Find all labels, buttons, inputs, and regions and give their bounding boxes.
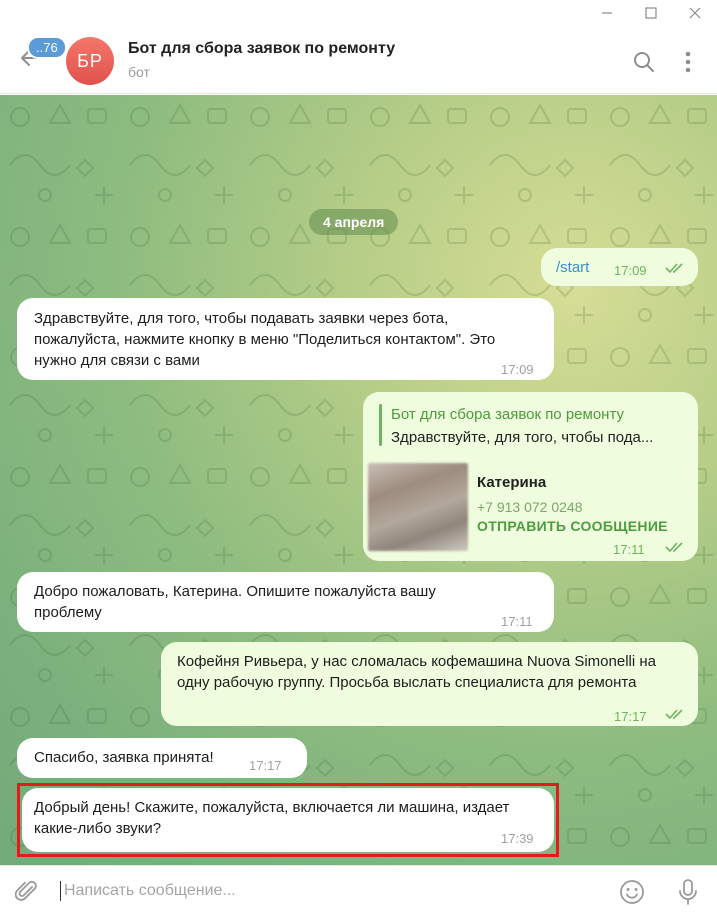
date-separator: 4 апреля xyxy=(309,209,399,235)
contact-name[interactable]: Катерина xyxy=(477,472,546,493)
highlight-box xyxy=(17,783,559,857)
message-input[interactable] xyxy=(64,878,604,904)
message-outgoing[interactable]: /start 17:09 xyxy=(541,248,698,286)
unread-badge: ..76 xyxy=(27,36,67,59)
message-incoming[interactable]: Добро пожаловать, Катерина. Опишите пожа… xyxy=(17,572,554,632)
message-list[interactable]: 4 апреля /start 17:09 Здравствуйте, для … xyxy=(0,95,717,865)
microphone-icon[interactable] xyxy=(675,879,701,905)
composer xyxy=(0,865,717,916)
message-incoming[interactable]: Здравствуйте, для того, чтобы подавать з… xyxy=(17,298,554,380)
chat-title[interactable]: Бот для сбора заявок по ремонту xyxy=(128,40,395,58)
double-check-icon xyxy=(665,542,683,553)
reply-author[interactable]: Бот для сбора заявок по ремонту xyxy=(391,404,624,425)
message-time: 17:09 xyxy=(614,263,647,278)
close-icon[interactable] xyxy=(673,0,717,26)
text-cursor xyxy=(60,881,61,901)
message-text[interactable]: /start xyxy=(556,257,589,278)
reply-bar xyxy=(379,404,382,446)
attach-icon[interactable] xyxy=(14,879,40,905)
message-text: Спасибо, заявка принята! xyxy=(34,749,214,766)
message-outgoing[interactable]: Кофейня Ривьера, у нас сломалась кофемаш… xyxy=(161,642,698,726)
emoji-icon[interactable] xyxy=(619,879,645,905)
double-check-icon xyxy=(665,709,683,720)
window-controls xyxy=(585,0,717,26)
message-time: 17:11 xyxy=(501,614,533,629)
message-text: Кофейня Ривьера, у нас сломалась кофемаш… xyxy=(177,653,656,691)
double-check-icon xyxy=(665,263,683,274)
reply-text[interactable]: Здравствуйте, для того, чтобы пода... xyxy=(391,427,653,448)
message-incoming[interactable]: Спасибо, заявка принята! 17:17 xyxy=(17,738,307,778)
avatar[interactable]: БР xyxy=(66,37,114,85)
message-time: 17:09 xyxy=(501,362,534,377)
message-outgoing-contact[interactable]: Бот для сбора заявок по ремонту Здравств… xyxy=(363,392,698,561)
minimize-icon[interactable] xyxy=(585,0,629,26)
contact-photo[interactable] xyxy=(368,463,468,551)
more-vertical-icon[interactable] xyxy=(676,50,700,74)
message-time: 17:17 xyxy=(249,758,282,773)
maximize-icon[interactable] xyxy=(629,0,673,26)
message-time: 17:11 xyxy=(613,542,645,557)
chat-header: ..76 БР Бот для сбора заявок по ремонту … xyxy=(0,0,717,94)
message-text: Добро пожаловать, Катерина. Опишите пожа… xyxy=(34,583,436,621)
send-message-button[interactable]: ОТПРАВИТЬ СООБЩЕНИЕ xyxy=(477,516,668,537)
message-text: Здравствуйте, для того, чтобы подавать з… xyxy=(34,310,496,369)
message-time: 17:17 xyxy=(614,709,647,724)
contact-phone: +7 913 072 0248 xyxy=(477,499,583,515)
search-icon[interactable] xyxy=(632,50,656,74)
chat-subtitle: бот xyxy=(128,64,150,80)
